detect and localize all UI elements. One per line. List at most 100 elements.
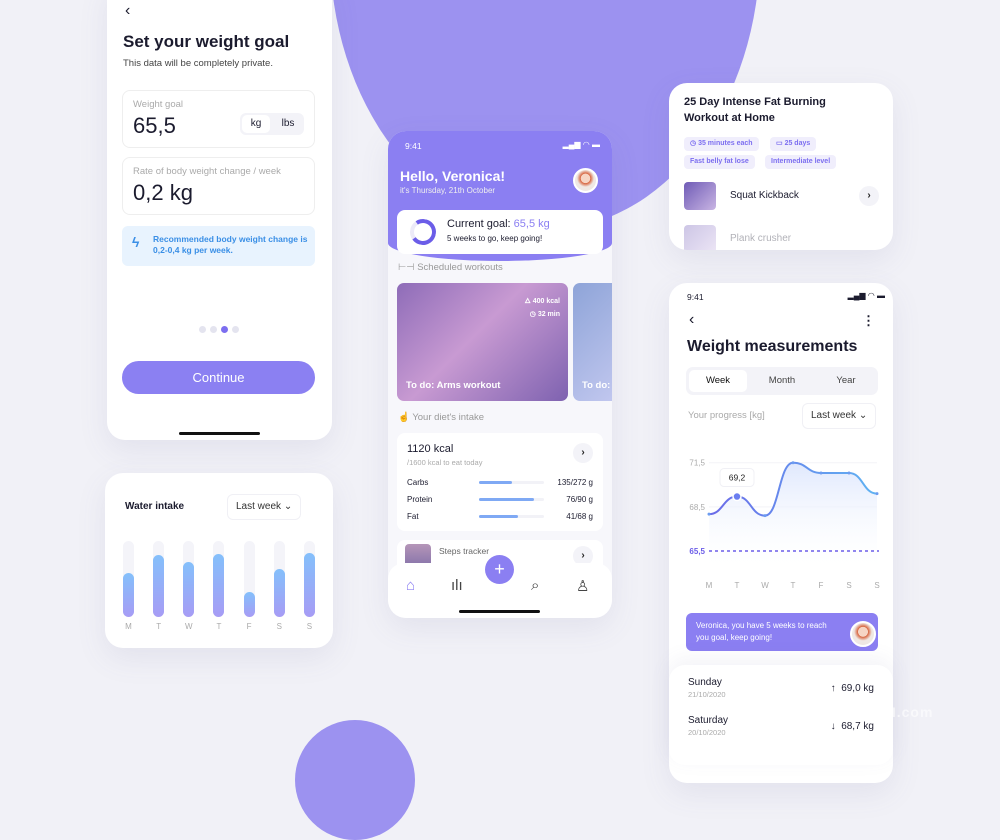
unit-kg[interactable]: kg bbox=[242, 115, 270, 133]
water-bar bbox=[273, 569, 285, 617]
back-icon[interactable]: ‹ bbox=[125, 2, 130, 20]
water-bar bbox=[213, 553, 225, 617]
kcal-sub: /1600 kcal to eat today bbox=[407, 458, 483, 467]
back-icon[interactable]: ‹ bbox=[689, 311, 694, 329]
weight-goal-field[interactable]: Weight goal 65,5 kg lbs bbox=[122, 90, 315, 148]
scheduled-workouts-heading: ⊢⊣ Scheduled workouts bbox=[398, 262, 503, 273]
tab-week[interactable]: Week bbox=[689, 370, 747, 392]
duration-chip: ◷ 32 min bbox=[529, 311, 560, 318]
status-icons: ▂▄▆ ◠ ▬ bbox=[562, 140, 600, 149]
day-label: T bbox=[216, 622, 222, 631]
water-bar bbox=[243, 591, 255, 617]
macro-name: Protein bbox=[407, 495, 433, 504]
unit-toggle[interactable]: kg lbs bbox=[240, 113, 304, 135]
status-time: 9:41 bbox=[687, 292, 704, 302]
workout-card[interactable]: 🜂 400 kcal ◷ 32 min To do: Arms workout bbox=[397, 283, 568, 401]
tag: ▭ 25 days bbox=[770, 137, 817, 151]
workout-card[interactable]: To do: bbox=[573, 283, 612, 401]
stats-icon[interactable]: ılı bbox=[451, 577, 463, 594]
macro-name: Carbs bbox=[407, 478, 429, 487]
rate-value[interactable]: 0,2 kg bbox=[133, 180, 193, 206]
x-tick-label: S bbox=[874, 581, 879, 590]
history-weight: ↓ 68,7 kg bbox=[830, 721, 874, 732]
history-row[interactable]: Sunday 21/10/2020 ↑ 69,0 kg bbox=[688, 677, 874, 699]
history-weight: ↑ 69,0 kg bbox=[830, 683, 874, 694]
current-goal-card[interactable]: Current goal: 65,5 kg 5 weeks to go, kee… bbox=[397, 210, 603, 254]
exercise-item[interactable]: Plank crusher bbox=[684, 225, 879, 250]
recommendation-box: ϟ Recommended body weight change is 0,2-… bbox=[122, 226, 315, 266]
macro-row: Protein 76/90 g bbox=[407, 495, 593, 505]
pagination-dots bbox=[199, 326, 239, 333]
day-label: M bbox=[125, 622, 132, 631]
macro-track bbox=[479, 498, 544, 501]
tab-month[interactable]: Month bbox=[753, 370, 811, 392]
search-icon[interactable]: ⌕ bbox=[531, 577, 539, 594]
rate-field[interactable]: Rate of body weight change / week 0,2 kg bbox=[122, 157, 315, 215]
status-icons: ▂▄▆ ◠ ▬ bbox=[847, 291, 885, 300]
home-icon[interactable]: ⌂ bbox=[406, 577, 415, 594]
y-tick-label: 68,5 bbox=[689, 503, 705, 512]
x-tick-label: W bbox=[761, 581, 769, 590]
x-tick-label: T bbox=[791, 581, 796, 590]
date-label: it's Thursday, 21th October bbox=[400, 186, 496, 195]
day-labels: MTWTFSS bbox=[123, 622, 315, 631]
water-bar-track bbox=[303, 541, 315, 617]
tag: ◷ 35 minutes each bbox=[684, 137, 759, 151]
data-point bbox=[791, 461, 795, 465]
background-blob bbox=[295, 720, 415, 840]
weight-goal-screen: ‹ Set your weight goal This data will be… bbox=[107, 0, 332, 440]
field-label: Rate of body weight change / week bbox=[133, 166, 281, 177]
macro-track bbox=[479, 515, 544, 518]
exercise-thumbnail bbox=[684, 182, 716, 210]
macro-value: 41/68 g bbox=[566, 512, 593, 521]
water-bar bbox=[183, 561, 195, 617]
kcal-value: 1120 kcal bbox=[407, 443, 454, 455]
dumbbell-icon: ⊢⊣ bbox=[398, 262, 415, 273]
tab-year[interactable]: Year bbox=[817, 370, 875, 392]
day-label: S bbox=[276, 622, 282, 631]
more-icon[interactable]: ⋮ bbox=[862, 313, 875, 329]
water-bar-track bbox=[273, 541, 285, 617]
tooltip-value: 69,2 bbox=[729, 473, 746, 483]
lightning-icon: ϟ bbox=[132, 234, 140, 250]
range-dropdown[interactable]: Last week ⌄ bbox=[802, 403, 877, 429]
diet-card: 1120 kcal /1600 kcal to eat today › Carb… bbox=[397, 433, 603, 531]
avatar[interactable] bbox=[573, 168, 598, 193]
goal-title: Current goal: 65,5 kg bbox=[447, 218, 550, 230]
card-title: Water intake bbox=[125, 501, 185, 512]
day-label: S bbox=[306, 622, 313, 631]
range-dropdown[interactable]: Last week ⌄ bbox=[227, 494, 302, 520]
data-point bbox=[763, 514, 767, 518]
data-point bbox=[819, 471, 823, 475]
weight-chart: 71,5 68,5 65,5 69,2 M T W T F S S bbox=[689, 459, 879, 590]
data-point bbox=[875, 492, 879, 496]
water-bar bbox=[153, 555, 165, 617]
weight-goal-value[interactable]: 65,5 bbox=[133, 113, 176, 139]
chevron-right-icon[interactable]: › bbox=[573, 443, 593, 463]
x-tick-label: M bbox=[706, 581, 713, 590]
kcal-chip: 🜂 400 kcal bbox=[524, 298, 560, 305]
continue-button[interactable]: Continue bbox=[122, 361, 315, 394]
profile-icon[interactable]: ♙ bbox=[576, 577, 589, 595]
motivation-banner: Veronica, you have 5 weeks to reach you … bbox=[686, 613, 878, 651]
add-button[interactable]: + bbox=[485, 555, 514, 584]
macro-bar bbox=[479, 515, 518, 518]
goal-progress-ring bbox=[407, 216, 439, 248]
progress-label: Your progress [kg] bbox=[688, 410, 765, 421]
apple-icon: ☝ bbox=[398, 412, 410, 423]
day-label: W bbox=[185, 622, 193, 631]
home-screen: 9:41 ▂▄▆ ◠ ▬ Hello, Veronica! it's Thurs… bbox=[388, 131, 612, 618]
page-title: Set your weight goal bbox=[123, 32, 290, 51]
period-tabs: Week Month Year bbox=[686, 367, 878, 395]
exercise-item[interactable]: Squat Kickback › bbox=[684, 182, 879, 212]
watermark: TOOOPEN.com bbox=[820, 704, 934, 720]
motivation-text: Veronica, you have 5 weeks to reach you … bbox=[696, 621, 827, 642]
water-bars bbox=[123, 541, 315, 619]
chevron-right-icon[interactable]: › bbox=[859, 186, 879, 206]
unit-lbs[interactable]: lbs bbox=[274, 115, 302, 133]
macro-row: Fat 41/68 g bbox=[407, 512, 593, 522]
tag: Fast belly fat lose bbox=[684, 155, 755, 169]
x-tick-label: T bbox=[735, 581, 740, 590]
water-intake-card: Water intake Last week ⌄ M T W T F S S bbox=[105, 473, 333, 648]
goal-line-label: 65,5 bbox=[689, 547, 705, 556]
